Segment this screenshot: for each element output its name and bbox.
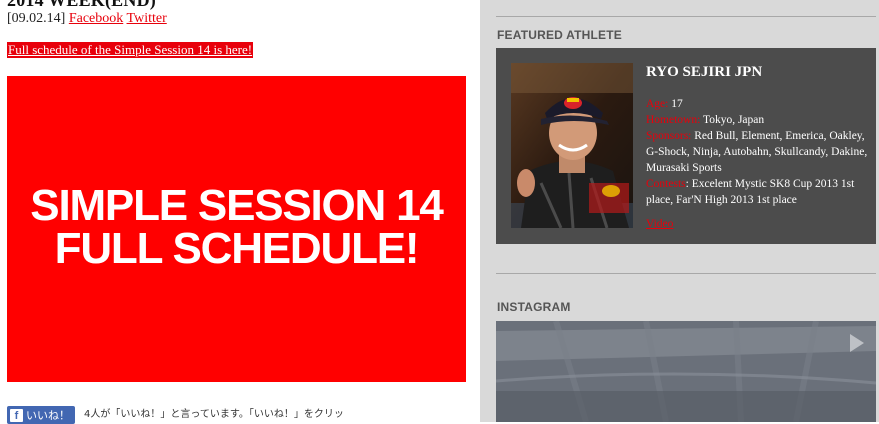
facebook-icon: f (10, 408, 23, 422)
athlete-name: RYO SEJIRI JPN (646, 64, 763, 80)
post-meta: [09.02.14] Facebook Twitter (7, 11, 167, 27)
featured-athlete-panel: RYO SEJIRI JPN Age: 17 Hometown: Tokyo, … (496, 48, 876, 244)
hometown-value: Tokyo, Japan (700, 114, 765, 126)
sidebar-divider (496, 16, 876, 17)
sponsors-label: Sponsors: (646, 130, 692, 142)
athlete-contests-row: Contests: Excelent Mystic SK8 Cup 2013 1… (646, 176, 868, 208)
athlete-details: Age: 17 Hometown: Tokyo, Japan Sponsors:… (646, 96, 868, 208)
age-value: 17 (668, 98, 683, 110)
athlete-photo[interactable] (511, 63, 633, 228)
athlete-sponsors-row: Sponsors: Red Bull, Element, Emerica, Oa… (646, 128, 868, 176)
instagram-video[interactable] (496, 321, 876, 422)
schedule-banner-image[interactable]: SIMPLE SESSION 14 FULL SCHEDULE! (7, 76, 466, 382)
play-icon[interactable] (850, 334, 864, 352)
age-label: Age: (646, 98, 669, 110)
schedule-link[interactable]: Full schedule of the Simple Session 14 i… (7, 42, 254, 58)
athlete-video-link[interactable]: Video (646, 218, 673, 230)
contests-label: Contests (646, 178, 686, 190)
like-button-label: いいね！ (26, 410, 70, 422)
twitter-share-link[interactable]: Twitter (127, 11, 167, 26)
athlete-hometown-row: Hometown: Tokyo, Japan (646, 112, 868, 128)
like-count-text: 4人が「いいね！」と言っています。「いいね！」をクリッ (84, 409, 344, 420)
facebook-share-link[interactable]: Facebook (69, 11, 123, 26)
facebook-like-button[interactable]: f いいね！ (7, 406, 75, 424)
athlete-age-row: Age: 17 (646, 96, 868, 112)
sidebar-divider (496, 273, 876, 274)
banner-line-2: FULL SCHEDULE! (54, 224, 420, 273)
post-title: 2014 WEEK(END) (7, 0, 156, 10)
instagram-heading: INSTAGRAM (497, 300, 571, 314)
main-column: 2014 WEEK(END) [09.02.14] Facebook Twitt… (0, 0, 480, 424)
banner-line-1: SIMPLE SESSION 14 (30, 181, 444, 230)
hometown-label: Hometown: (646, 114, 701, 126)
post-date: [09.02.14] (7, 11, 66, 26)
featured-athlete-heading: FEATURED ATHLETE (497, 28, 622, 42)
